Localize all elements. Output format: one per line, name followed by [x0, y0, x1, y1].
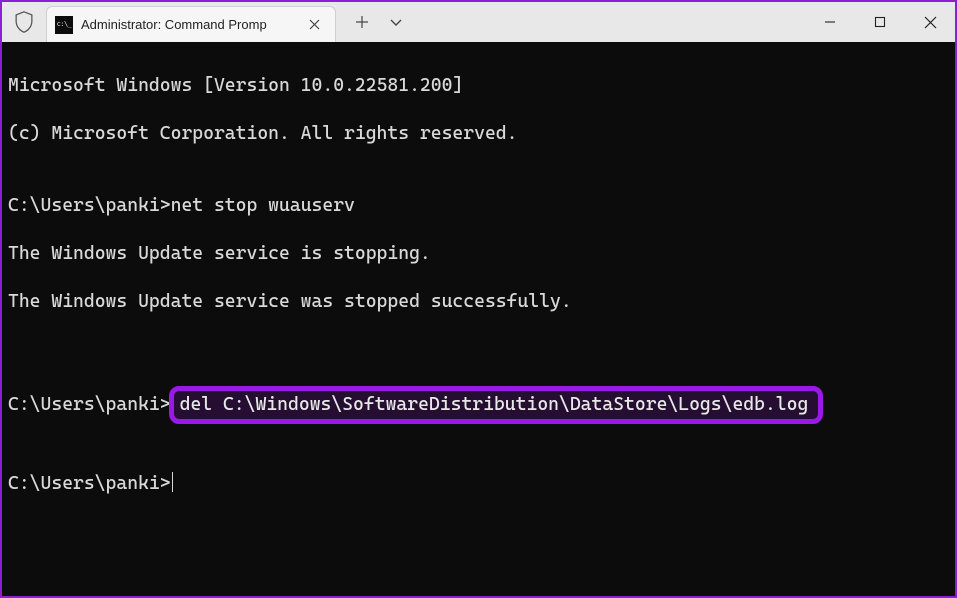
- terminal-line: (c) Microsoft Corporation. All rights re…: [8, 122, 949, 146]
- close-icon: [309, 19, 320, 30]
- maximize-icon: [874, 16, 886, 28]
- maximize-button[interactable]: [855, 2, 905, 42]
- tab-title: Administrator: Command Promp: [81, 17, 267, 32]
- shield-icon: [14, 11, 34, 33]
- terminal-line: Microsoft Windows [Version 10.0.22581.20…: [8, 74, 949, 98]
- security-shield-area: [2, 2, 46, 42]
- chevron-down-icon: [389, 15, 403, 29]
- tab-active[interactable]: c:\_ Administrator: Command Promp: [46, 6, 336, 42]
- terminal-body[interactable]: Microsoft Windows [Version 10.0.22581.20…: [2, 42, 955, 596]
- tab-close-button[interactable]: [303, 14, 325, 36]
- terminal-line: C:\Users\panki>net stop wuauserv: [8, 194, 949, 218]
- terminal-line: The Windows Update service is stopping.: [8, 242, 949, 266]
- tabbar-controls: [336, 2, 404, 42]
- terminal-line: The Windows Update service was stopped s…: [8, 290, 949, 314]
- command-text: net stop wuauserv: [171, 195, 355, 216]
- prompt: C:\Users\panki>: [8, 394, 171, 415]
- prompt: C:\Users\panki>: [8, 195, 171, 216]
- new-tab-button[interactable]: [354, 14, 370, 30]
- minimize-icon: [824, 16, 836, 28]
- window-controls: [805, 2, 955, 42]
- terminal-line: C:\Users\panki>: [8, 472, 949, 496]
- terminal-line: C:\Users\panki>del C:\Windows\SoftwareDi…: [8, 386, 949, 424]
- cmd-icon: c:\_: [55, 16, 73, 34]
- minimize-button[interactable]: [805, 2, 855, 42]
- tab-dropdown-button[interactable]: [388, 14, 404, 30]
- text-cursor: [172, 472, 174, 492]
- close-window-button[interactable]: [905, 2, 955, 42]
- prompt: C:\Users\panki>: [8, 473, 171, 494]
- highlighted-command: del C:\Windows\SoftwareDistribution\Data…: [169, 386, 824, 424]
- titlebar[interactable]: c:\_ Administrator: Command Promp: [2, 2, 955, 42]
- close-icon: [924, 16, 937, 29]
- window-frame: c:\_ Administrator: Command Promp: [0, 0, 957, 598]
- plus-icon: [355, 15, 369, 29]
